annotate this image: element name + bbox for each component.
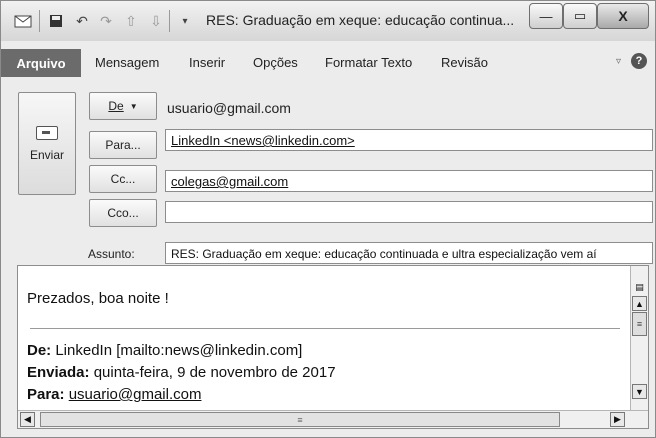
quoted-to-line: Para: usuario@gmail.com [27,386,201,403]
ribbon-controls: ▿ ? [616,53,647,69]
horizontal-scroll-thumb[interactable]: ≡ [40,412,560,427]
arrow-up-icon[interactable]: ⇧ [122,12,140,30]
quote-divider [30,328,620,329]
customize-dropdown-icon[interactable]: ▾ [177,12,193,30]
from-value: usuario@gmail.com [167,100,291,116]
tab-opcoes[interactable]: Opções [253,55,298,70]
save-icon[interactable] [47,12,65,30]
maximize-button[interactable]: ▭ [563,3,597,29]
from-button[interactable]: De ▼ [89,92,157,120]
quoted-from-label: De: [27,342,52,359]
quoted-from-value: LinkedIn [mailto:news@linkedin.com] [55,342,303,359]
message-body[interactable]: Prezados, boa noite ! De: LinkedIn [mail… [17,265,649,429]
subject-label: Assunto: [88,247,135,261]
to-button-label: Para... [105,138,141,152]
scroll-panel-icon[interactable]: ▤ [632,280,647,295]
body-greeting: Prezados, boa noite ! [27,290,169,307]
tab-revisao[interactable]: Revisão [441,55,488,70]
scroll-down-button[interactable]: ▼ [632,384,647,399]
quoted-sent-label: Enviada: [27,364,90,381]
close-button[interactable]: X [597,3,649,29]
message-header: Enviar De ▼ usuario@gmail.com Para... Li… [9,81,653,267]
window-title: RES: Graduação em xeque: educação contin… [206,12,515,28]
tab-formatar-texto[interactable]: Formatar Texto [325,55,412,70]
send-envelope-icon [36,125,58,140]
scroll-left-button[interactable]: ◀ [20,412,35,427]
toolbar-separator [169,10,170,32]
cc-field[interactable]: colegas@gmail.com [165,170,653,192]
quoted-to-label: Para: [27,386,65,403]
toolbar-separator [39,10,40,32]
bcc-button-label: Cco... [107,206,139,220]
quoted-sent-value: quinta-feira, 9 de novembro de 2017 [93,364,336,381]
subject-field[interactable]: RES: Graduação em xeque: educação contin… [165,242,653,264]
help-icon[interactable]: ? [631,53,647,69]
cc-button[interactable]: Cc... [89,165,157,193]
quoted-to-value[interactable]: usuario@gmail.com [69,386,202,403]
tab-mensagem[interactable]: Mensagem [95,55,159,70]
cc-button-label: Cc... [110,172,136,186]
redo-icon[interactable]: ↷ [97,12,115,30]
cc-recipient: colegas@gmail.com [171,174,289,189]
ribbon-tab-bar: Arquivo Mensagem Inserir Opções Formatar… [1,47,655,77]
chevron-down-icon: ▼ [129,101,138,111]
send-button[interactable]: Enviar [18,92,76,195]
to-field[interactable]: LinkedIn <news@linkedin.com> [165,129,653,151]
scroll-right-button[interactable]: ▶ [610,412,625,427]
undo-icon[interactable]: ↶ [73,12,91,30]
to-button[interactable]: Para... [89,131,157,159]
scroll-up-button[interactable]: ▲ [632,296,647,311]
send-button-label: Enviar [29,147,64,162]
minimize-button[interactable]: — [529,3,563,29]
from-button-label: De [108,99,124,113]
tab-arquivo[interactable]: Arquivo [1,49,81,77]
title-bar: ↶ ↷ ⇧ ⇩ ▾ RES: Graduação em xeque: educa… [1,1,655,41]
bcc-button[interactable]: Cco... [89,199,157,227]
quoted-sent-line: Enviada: quinta-feira, 9 de novembro de … [27,364,336,381]
to-recipient: LinkedIn <news@linkedin.com> [171,133,355,148]
vertical-scrollbar[interactable]: ▤ ▲ ≡ ▼ [630,266,648,410]
arrow-down-icon[interactable]: ⇩ [147,12,165,30]
tab-inserir[interactable]: Inserir [189,55,225,70]
outlook-app-icon[interactable] [13,12,33,30]
ribbon-expand-icon[interactable]: ▿ [616,56,621,67]
outlook-compose-window: ↶ ↷ ⇧ ⇩ ▾ RES: Graduação em xeque: educa… [0,0,656,438]
quoted-from-line: De: LinkedIn [mailto:news@linkedin.com] [27,342,302,359]
horizontal-scrollbar[interactable]: ◀ ≡ ▶ [18,410,648,428]
vertical-scroll-thumb[interactable]: ≡ [632,312,647,336]
bcc-field[interactable] [165,201,653,223]
